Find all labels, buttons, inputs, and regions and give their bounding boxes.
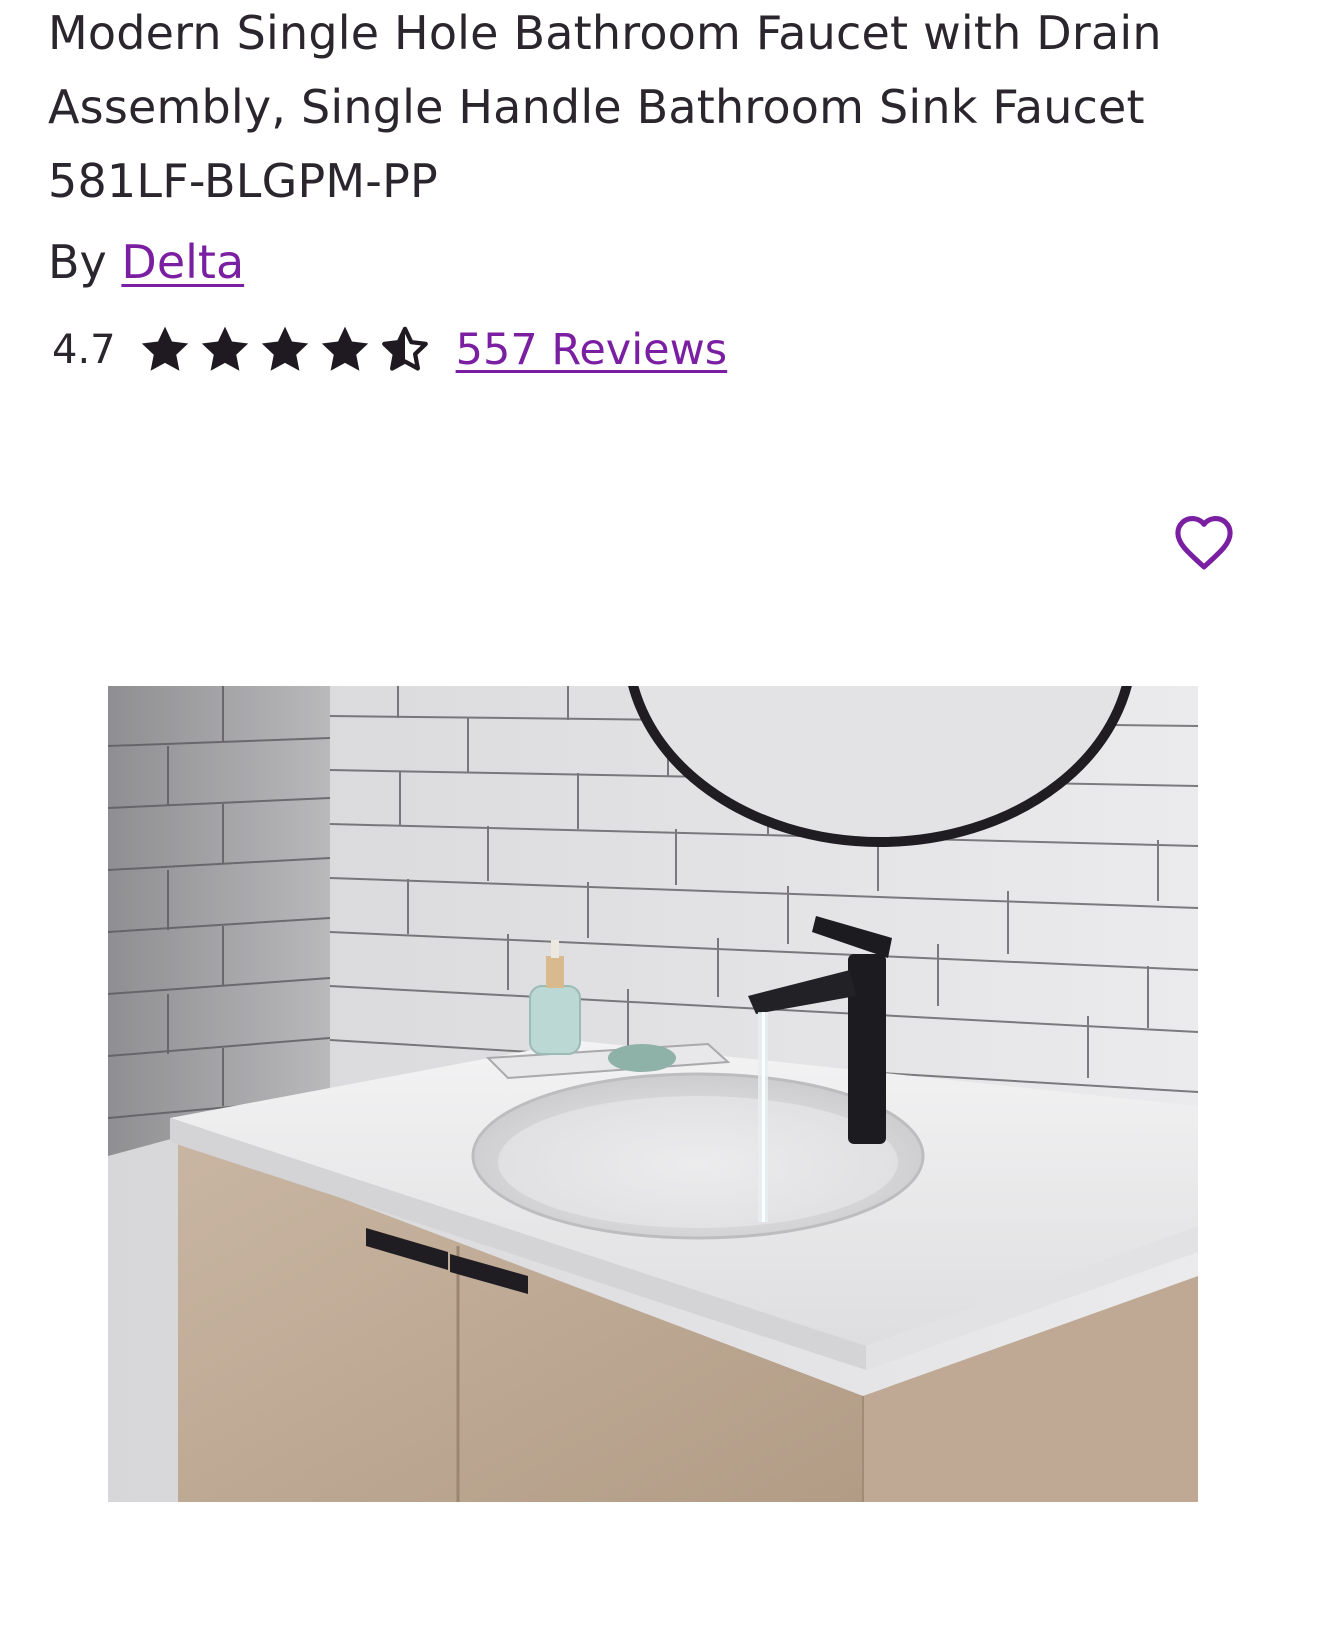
rating-row: 4.7 557 Reviews <box>52 318 727 382</box>
star-icon <box>261 326 308 371</box>
by-label: By <box>48 235 107 289</box>
reviews-link[interactable]: 557 Reviews <box>456 325 728 375</box>
star-icon <box>321 326 368 371</box>
rating-value: 4.7 <box>52 327 116 373</box>
star-rating <box>138 323 432 377</box>
star-icon <box>201 326 248 371</box>
brand-link[interactable]: Delta <box>121 235 244 289</box>
product-title: Modern Single Hole Bathroom Faucet with … <box>48 6 1162 208</box>
favorite-button[interactable] <box>1168 506 1240 578</box>
star-icon <box>141 326 188 371</box>
product-image[interactable] <box>108 686 1198 1502</box>
half-star-icon <box>381 326 428 371</box>
brand-byline: By Delta <box>48 232 244 292</box>
heart-icon <box>1175 516 1233 570</box>
